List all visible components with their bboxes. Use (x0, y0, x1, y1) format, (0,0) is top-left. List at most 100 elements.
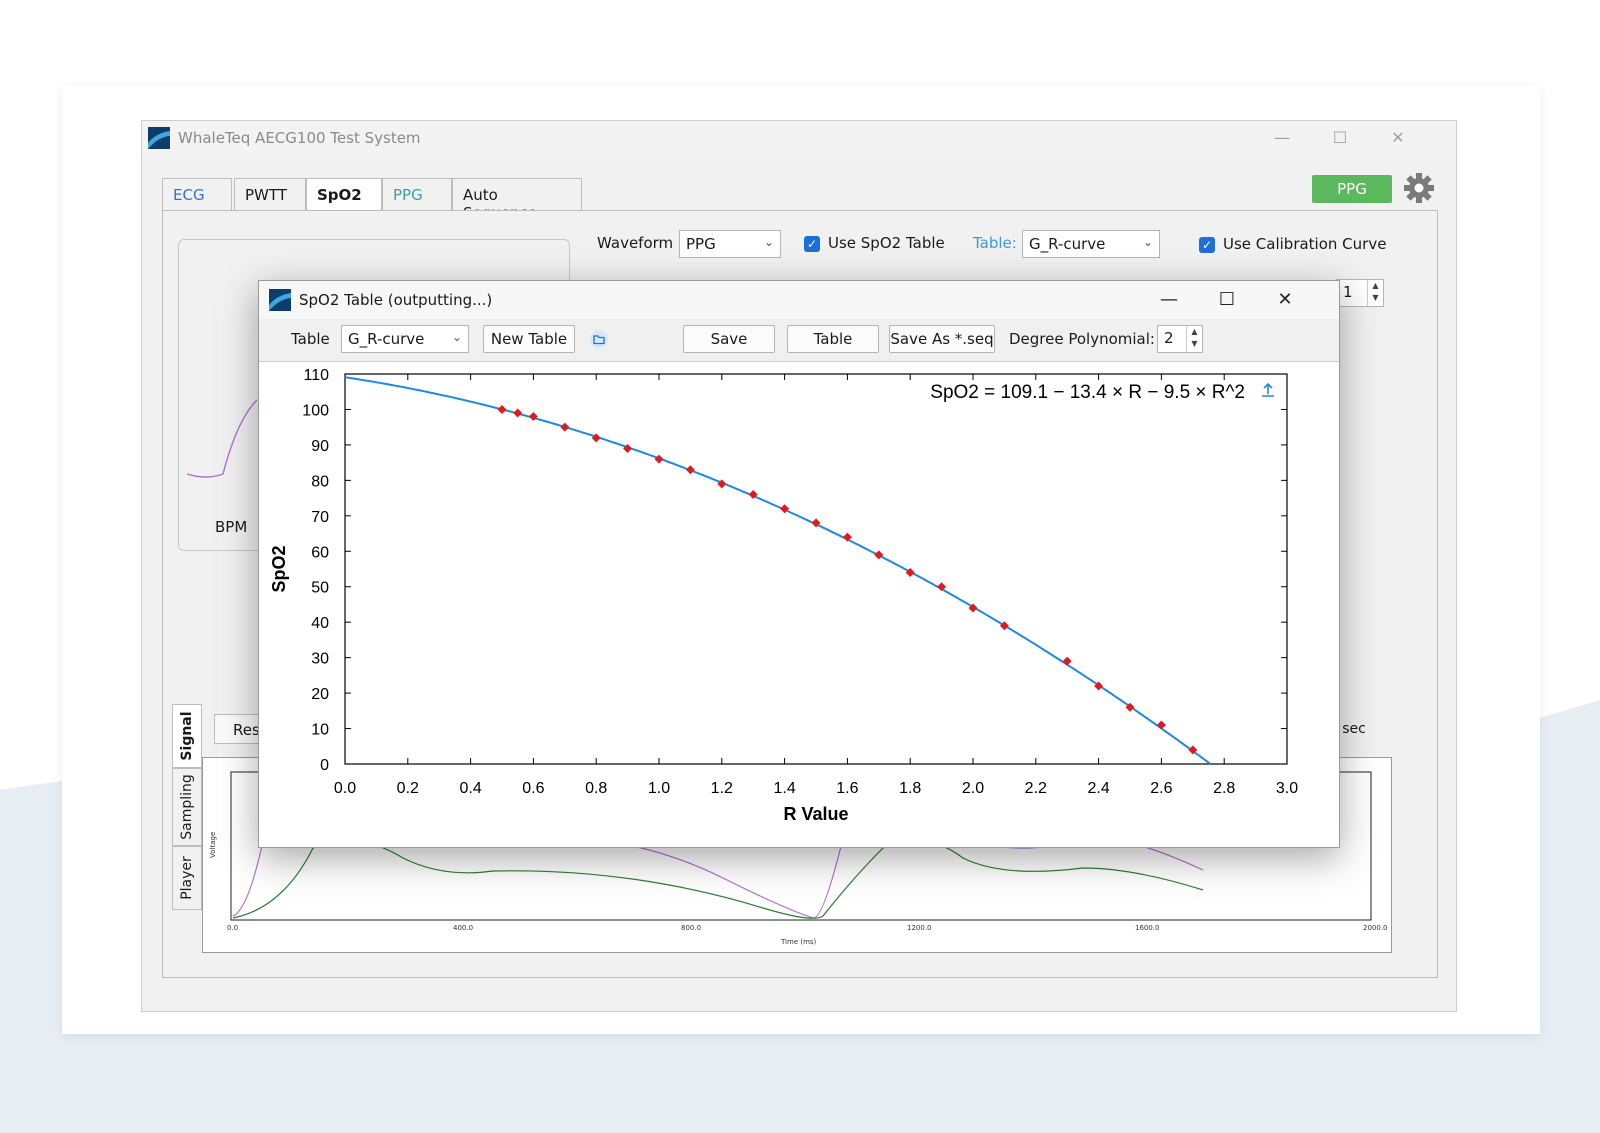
dialog-maximize-button[interactable]: ☐ (1207, 287, 1247, 313)
spin-arrows[interactable]: ▲ ▼ (1367, 280, 1383, 306)
fit-equation: SpO2 = 109.1 − 13.4 × R − 9.5 × R^2 (930, 382, 1245, 403)
use-calibration-checkbox[interactable]: ✓ (1199, 237, 1215, 253)
signal-plot-xlabel: Time (ms) (780, 938, 817, 946)
export-icon[interactable] (1262, 382, 1274, 397)
whaleteq-logo-icon (269, 289, 291, 311)
fit-curve (344, 376, 1211, 765)
table-label: Table: (973, 234, 1017, 252)
y-tick-label: 30 (311, 651, 329, 668)
dialog-toolbar: Table G_R-curve ⌄ New Table Save Table S… (259, 319, 1339, 359)
dialog-close-button[interactable]: ✕ (1265, 287, 1305, 313)
data-point (1156, 720, 1166, 730)
save-button[interactable]: Save (683, 325, 775, 353)
mode-badge[interactable]: PPG (1312, 175, 1392, 203)
reset-label: Res (233, 721, 260, 739)
side-tabs: Signal Sampling Player (172, 704, 202, 912)
spin-value: 1 (1343, 283, 1353, 301)
table-value: G_R-curve (1029, 235, 1106, 253)
table-select[interactable]: G_R-curve ⌄ (1022, 230, 1160, 258)
waveform-label: Waveform (597, 234, 674, 252)
plot-frame (344, 373, 1288, 765)
y-tick-label: 60 (311, 544, 329, 561)
spo2-table-dialog: SpO2 Table (outputting...) — ☐ ✕ Table G… (258, 280, 1340, 848)
dialog-table-value: G_R-curve (348, 330, 425, 348)
use-spo2-table-checkbox[interactable]: ✓ (804, 236, 820, 252)
spo2-chart-svg: 0.0 0.2 0.4 0.6 0.8 1.0 1.2 1.4 1.6 1.8 2.0 2.2 2.4 2… (269, 367, 1298, 824)
tab-label: ECG (173, 186, 205, 204)
dialog-table-label: Table (291, 330, 330, 348)
degree-polynomial-spinner[interactable]: 2 ▲ ▼ (1157, 325, 1203, 353)
whaleteq-logo-icon (148, 127, 170, 149)
x-tick-label: 0.8 (585, 780, 607, 797)
x-tick-label: 0.2 (397, 780, 419, 797)
side-tab-sampling[interactable]: Sampling (172, 768, 202, 846)
side-tab-label: Player (179, 856, 195, 900)
data-point (654, 454, 664, 464)
table-button[interactable]: Table (787, 325, 879, 353)
side-tab-label: Signal (179, 711, 195, 761)
degree-polynomial-label: Degree Polynomial: (1009, 330, 1155, 348)
table-button-label: Table (813, 330, 853, 348)
side-tab-label: Sampling (179, 774, 195, 840)
x-tick-label: 1.4 (773, 780, 795, 797)
new-table-button[interactable]: New Table (483, 325, 575, 353)
x-tick-label: 800.0 (681, 924, 701, 932)
tab-label: SpO2 (317, 186, 362, 204)
tab-label: PWTT (245, 186, 287, 204)
tab-ecg[interactable]: ECG (162, 178, 232, 210)
waveform-select[interactable]: PPG ⌄ (679, 230, 781, 258)
gear-icon[interactable] (1402, 171, 1436, 205)
y-tick-label: 70 (311, 509, 329, 526)
main-window-title: WhaleTeq AECG100 Test System (178, 129, 421, 147)
x-tick-label: 2.0 (962, 780, 984, 797)
minimize-button[interactable]: — (1262, 125, 1302, 151)
side-tab-signal[interactable]: Signal (172, 704, 202, 768)
save-as-label: Save As *.seq (890, 330, 994, 348)
save-label: Save (710, 330, 748, 348)
data-point (1062, 656, 1072, 666)
tab-pwtt[interactable]: PWTT (234, 178, 306, 210)
y-tick-label: 100 (302, 402, 329, 419)
x-tick-label: 1.0 (648, 780, 670, 797)
close-button[interactable]: ✕ (1378, 125, 1418, 151)
tab-label: PPG (393, 186, 423, 204)
x-tick-label: 2.6 (1150, 780, 1172, 797)
bpm-label: BPM (215, 518, 248, 536)
y-tick-label: 80 (311, 473, 329, 490)
maximize-button[interactable]: ☐ (1320, 125, 1360, 151)
save-as-seq-button[interactable]: Save As *.seq (889, 325, 995, 353)
x-tick-label: 0.4 (459, 780, 481, 797)
data-point (513, 408, 523, 418)
y-tick-label: 20 (311, 686, 329, 703)
use-calibration-label: Use Calibration Curve (1223, 235, 1387, 253)
dialog-minimize-button[interactable]: — (1149, 287, 1189, 313)
tab-auto-sequence[interactable]: Auto Sequence (452, 178, 582, 222)
x-tick-label: 3.0 (1276, 780, 1298, 797)
tab-ppg[interactable]: PPG (382, 178, 452, 210)
bpm-waveform-preview (187, 399, 257, 478)
side-tab-player[interactable]: Player (172, 846, 202, 910)
tab-spo2[interactable]: SpO2 (306, 178, 382, 210)
x-tick-label: 2.2 (1025, 780, 1047, 797)
x-axis-label: R Value (783, 804, 848, 824)
y-tick-label: 110 (303, 367, 329, 384)
x-tick-label: 400.0 (453, 924, 473, 932)
x-tick-label: 2000.0 (1363, 924, 1388, 932)
data-point (497, 404, 507, 414)
x-tick-label: 1.6 (836, 780, 858, 797)
data-point (560, 422, 570, 432)
x-tick-label: 1.8 (899, 780, 921, 797)
chevron-down-icon: ⌄ (763, 235, 774, 249)
main-title-bar: WhaleTeq AECG100 Test System — ☐ ✕ (142, 121, 1456, 155)
x-tick-label: 0.0 (227, 924, 238, 932)
folder-open-icon[interactable] (589, 329, 609, 349)
y-tick-label: 40 (311, 615, 329, 632)
x-tick-label: 2.8 (1213, 780, 1235, 797)
x-tick-label: 1200.0 (907, 924, 932, 932)
dialog-table-select[interactable]: G_R-curve ⌄ (341, 325, 469, 353)
spin-field[interactable]: 1 ▲ ▼ (1336, 279, 1384, 307)
dialog-title-bar: SpO2 Table (outputting...) — ☐ ✕ (259, 281, 1339, 319)
chevron-down-icon: ⌄ (1142, 235, 1153, 249)
data-point (685, 465, 695, 475)
spin-arrows[interactable]: ▲ ▼ (1186, 326, 1202, 352)
